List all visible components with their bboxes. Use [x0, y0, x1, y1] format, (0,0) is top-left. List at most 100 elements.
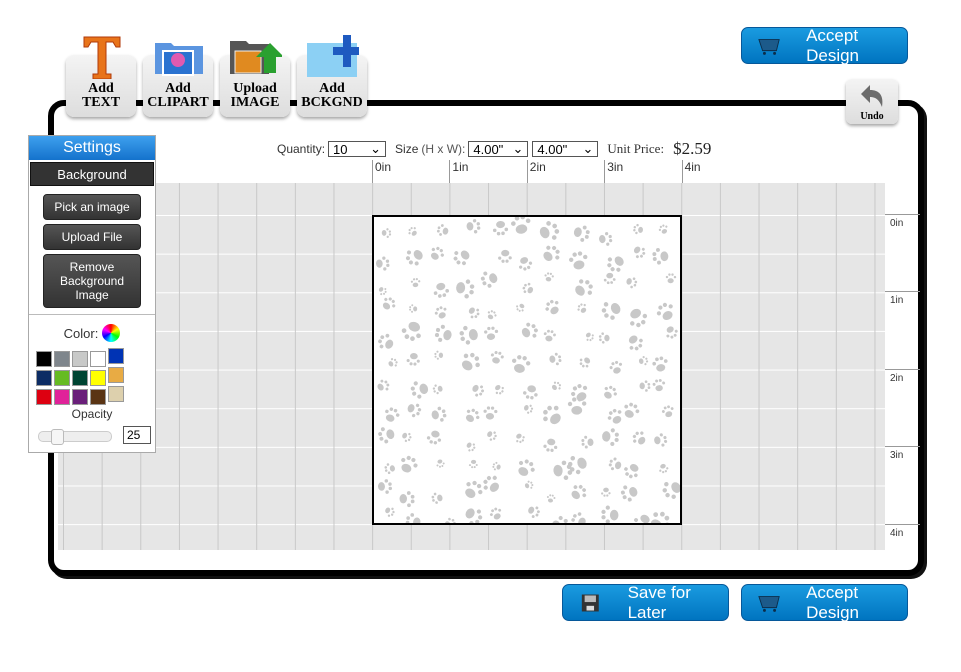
paw-print [607, 256, 624, 272]
settings-panel: Settings Background Pick an image Upload… [28, 135, 156, 453]
paw-print [434, 324, 452, 342]
paw-print [601, 302, 621, 320]
add-background-icon [307, 35, 361, 79]
paw-print [601, 505, 619, 523]
color-swatch[interactable] [54, 351, 70, 367]
paw-print [378, 427, 395, 444]
color-swatch[interactable] [36, 370, 52, 386]
paw-print [598, 332, 610, 344]
paw-print [543, 329, 556, 342]
paw-print [434, 350, 444, 360]
ruler-top-label: 3in [604, 160, 623, 183]
paw-print [490, 350, 504, 364]
paw-print [630, 308, 648, 328]
paw-print [639, 380, 651, 392]
paw-print [607, 408, 622, 424]
paw-print [624, 402, 640, 418]
color-swatch[interactable] [90, 389, 106, 405]
accept-design-button-top[interactable]: Accept Design [741, 26, 908, 65]
color-swatch[interactable] [36, 351, 52, 367]
opacity-slider[interactable] [38, 429, 112, 445]
floppy-disk-icon [581, 594, 599, 611]
paw-print [409, 304, 418, 313]
paw-print [620, 485, 638, 502]
chevron-down-icon: ⌄ [582, 141, 594, 156]
accept-design-button-bottom[interactable]: Accept Design [741, 583, 908, 622]
paw-print [468, 307, 480, 319]
color-swatch[interactable] [72, 370, 88, 386]
paw-print [628, 335, 643, 351]
remove-background-button[interactable]: Remove Background Image [43, 254, 141, 308]
color-swatch[interactable] [72, 389, 88, 405]
paw-print [456, 279, 475, 299]
paw-print [609, 360, 623, 374]
tool-button-bckgnd[interactable]: Add BCKGND [297, 35, 367, 117]
paw-print [480, 271, 498, 288]
paw-print [378, 287, 387, 296]
tool-button-image[interactable]: Upload IMAGE [220, 41, 290, 117]
height-value: 4.00" [473, 141, 504, 157]
paw-print [483, 475, 499, 492]
pick-image-button[interactable]: Pick an image [43, 194, 141, 220]
ruler-top-label: 0in [372, 160, 391, 183]
ruler-top-label: 4in [681, 160, 701, 183]
paw-print [468, 459, 478, 469]
tool-button-clipart[interactable]: Add CLIPART [143, 43, 213, 117]
paw-print [546, 494, 556, 503]
unit-price: $2.59 [673, 139, 712, 158]
quantity-select[interactable]: 10 ⌄ [328, 141, 387, 157]
save-for-later-button[interactable]: Save for Later [562, 582, 729, 622]
paw-print [524, 480, 534, 489]
paw-print [407, 403, 422, 418]
ruler-right-label: 0in [885, 214, 920, 229]
paw-print [549, 352, 562, 366]
ruler-right-label: 2in [885, 368, 920, 384]
paw-print [632, 431, 646, 445]
paw-print [495, 384, 504, 395]
tool-label-line1: Upload [233, 81, 277, 96]
color-swatch[interactable] [54, 389, 70, 405]
color-swatch[interactable] [90, 351, 106, 367]
paw-print [604, 385, 617, 399]
paw-print [624, 463, 639, 479]
opacity-slider-handle[interactable] [51, 429, 64, 445]
paw-print [585, 332, 594, 342]
color-swatch[interactable] [108, 367, 124, 383]
paw-print [466, 442, 476, 452]
color-swatch[interactable] [36, 389, 52, 405]
paw-print [406, 353, 420, 366]
paw-print [522, 282, 534, 294]
color-swatch[interactable] [90, 370, 106, 386]
paw-print [426, 430, 442, 445]
tool-label-line1: Add [319, 81, 345, 96]
paw-print [665, 273, 677, 284]
paw-print [602, 428, 619, 447]
color-swatch[interactable] [108, 348, 124, 364]
paw-print [385, 407, 400, 422]
paw-print [662, 481, 680, 499]
paw-print [492, 220, 509, 236]
paw-print [518, 459, 535, 476]
width-select[interactable]: 4.00" ⌄ [532, 141, 599, 157]
paw-print [378, 333, 394, 349]
tool-button-text[interactable]: Add TEXT [66, 36, 136, 117]
color-swatch[interactable] [54, 370, 70, 386]
undo-button[interactable]: Undo [846, 79, 898, 124]
upload-file-button[interactable]: Upload File [43, 224, 141, 250]
height-select[interactable]: 4.00" ⌄ [468, 141, 529, 157]
paw-print [402, 432, 412, 443]
paw-print [568, 251, 588, 270]
save-for-later-label: Save for Later [627, 582, 691, 622]
color-wheel-icon[interactable] [102, 324, 121, 342]
design-canvas[interactable] [372, 215, 682, 525]
paw-print [577, 303, 587, 313]
paw-print [444, 517, 456, 523]
paw-print [661, 405, 674, 418]
opacity-input[interactable]: 25 [123, 426, 151, 444]
color-swatch[interactable] [72, 351, 88, 367]
paw-print [652, 247, 669, 265]
paw-print [498, 249, 512, 263]
paw-print [571, 485, 587, 500]
color-swatch[interactable] [108, 386, 124, 402]
ruler-right-label: 1in [885, 291, 920, 306]
